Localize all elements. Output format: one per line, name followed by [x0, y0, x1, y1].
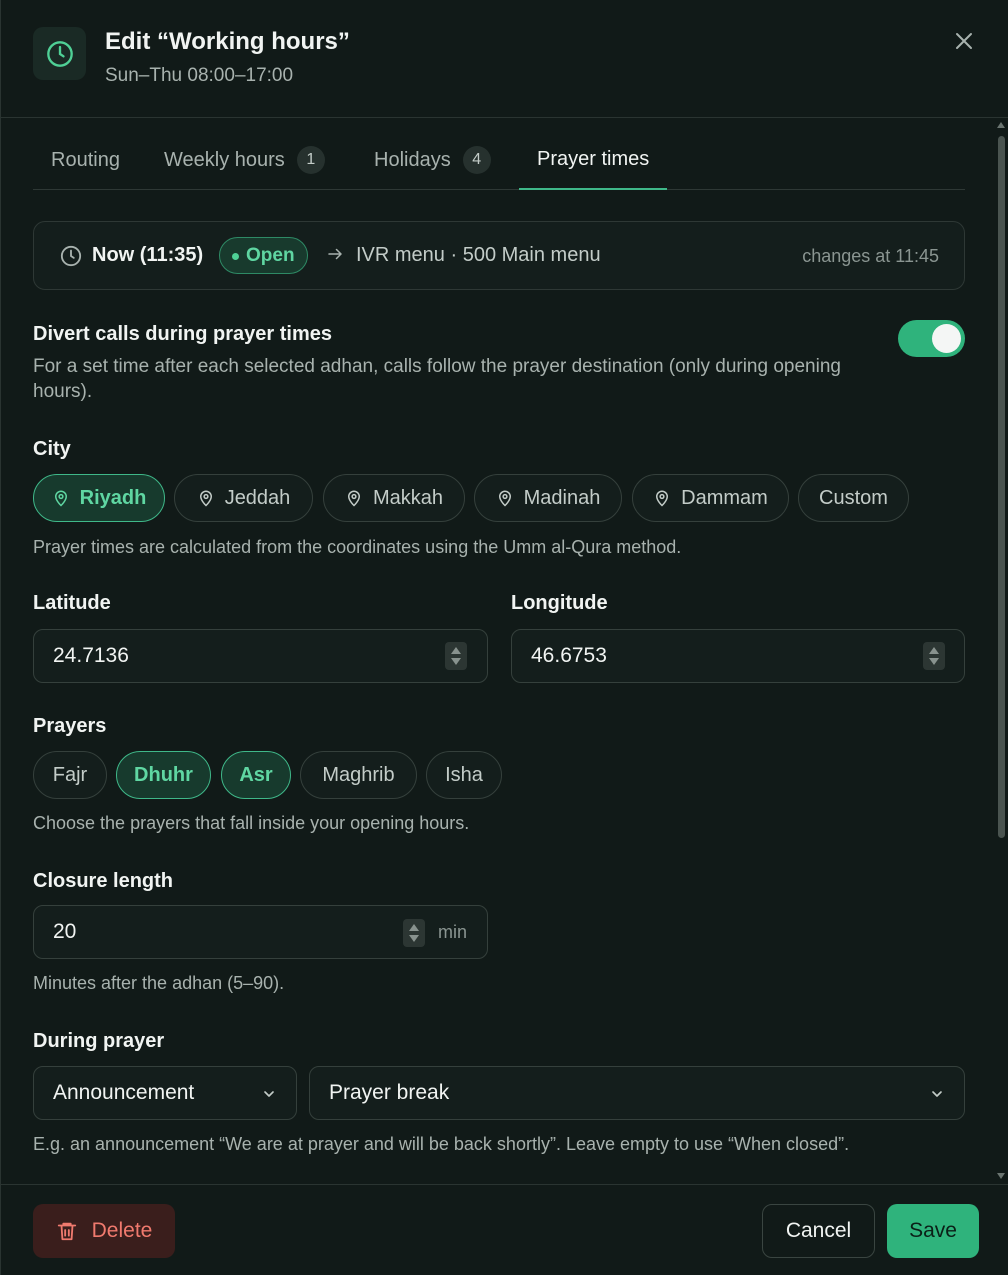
- tab-holidays[interactable]: Holidays 4: [374, 130, 491, 190]
- scrollbar-thumb[interactable]: [998, 136, 1005, 838]
- latitude-input[interactable]: 24.7136: [33, 629, 488, 683]
- clock-icon: [33, 27, 86, 80]
- current-destination: IVR menu · 500 Main menu: [356, 244, 601, 266]
- during-prayer-destination-select[interactable]: Prayer break: [309, 1066, 965, 1120]
- city-chip-dammam[interactable]: Dammam: [632, 474, 789, 522]
- map-pin-icon: [347, 490, 360, 507]
- status-card: Now (11:35) Open IVR menu · 500 Main men…: [33, 221, 965, 290]
- during-prayer-help: E.g. an announcement “We are at prayer a…: [33, 1134, 850, 1154]
- map-pin-icon: [656, 490, 669, 507]
- prayer-chip-fajr[interactable]: Fajr: [33, 751, 107, 799]
- tab-prayer-times[interactable]: Prayer times: [519, 130, 668, 190]
- toggle-knob: [932, 324, 961, 353]
- closure-unit: min: [438, 922, 468, 942]
- scroll-down-icon[interactable]: [997, 1173, 1005, 1179]
- map-pin-icon: [54, 490, 67, 507]
- chip-label: Isha: [445, 763, 483, 786]
- city-chip-custom[interactable]: Custom: [798, 474, 909, 522]
- city-help: Prayer times are calculated from the coo…: [33, 537, 682, 557]
- tab-label: Prayer times: [537, 147, 650, 170]
- count-badge: 1: [296, 146, 325, 174]
- tab-label: Routing: [51, 148, 120, 171]
- scroll-up-icon[interactable]: [997, 122, 1005, 128]
- tab-bar: Routing Weekly hours 1 Holidays 4 Prayer…: [33, 130, 965, 190]
- closure-value: 20: [53, 920, 77, 943]
- clock-icon: [60, 245, 82, 272]
- prayer-chip-maghrib[interactable]: Maghrib: [300, 751, 417, 799]
- dialog-header: Edit “Working hours” Sun–Thu 08:00–17:00: [1, 0, 1008, 118]
- city-label: City: [33, 438, 71, 460]
- chip-label: Makkah: [372, 486, 444, 509]
- chip-label: Custom: [819, 486, 888, 509]
- chip-label: Dhuhr: [134, 763, 193, 786]
- longitude-stepper[interactable]: [923, 642, 945, 670]
- divert-title: Divert calls during prayer times: [33, 323, 333, 345]
- latitude-value: 24.7136: [53, 644, 129, 667]
- chip-label: Madinah: [523, 486, 601, 509]
- closure-stepper[interactable]: [403, 919, 425, 947]
- dialog-title: Edit “Working hours”: [105, 28, 350, 55]
- save-button[interactable]: Save: [887, 1204, 979, 1258]
- chip-label: Asr: [239, 763, 273, 786]
- dialog-footer: Delete Cancel Save: [1, 1184, 1008, 1275]
- edit-dialog: Edit “Working hours” Sun–Thu 08:00–17:00…: [0, 0, 1008, 1275]
- closure-help: Minutes after the adhan (5–90).: [33, 973, 285, 993]
- next-change: changes at 11:45: [802, 246, 939, 266]
- arrow-right-icon: [326, 245, 344, 268]
- dialog-subtitle: Sun–Thu 08:00–17:00: [105, 65, 294, 86]
- status-badge: Open: [219, 237, 308, 274]
- count-badge: 4: [462, 146, 491, 174]
- prayers-label: Prayers: [33, 715, 107, 737]
- closure-label: Closure length: [33, 870, 174, 892]
- delete-button[interactable]: Delete: [33, 1204, 175, 1258]
- divert-toggle[interactable]: [898, 320, 965, 357]
- tab-weekly-hours[interactable]: Weekly hours 1: [164, 130, 325, 190]
- longitude-value: 46.6753: [531, 644, 607, 667]
- chip-label: Jeddah: [224, 486, 291, 509]
- tab-routing[interactable]: Routing: [51, 130, 120, 190]
- chip-label: Riyadh: [79, 486, 147, 509]
- trash-icon: [57, 1222, 76, 1241]
- delete-label: Delete: [91, 1219, 153, 1242]
- city-chip-riyadh[interactable]: Riyadh: [33, 474, 165, 522]
- select-value: Announcement: [53, 1081, 195, 1104]
- longitude-label: Longitude: [511, 592, 608, 614]
- current-time: Now (11:35): [92, 244, 204, 266]
- close-icon[interactable]: [949, 26, 979, 56]
- tab-label: Weekly hours: [164, 148, 285, 171]
- chip-label: Maghrib: [322, 763, 395, 786]
- chip-label: Dammam: [681, 486, 768, 509]
- longitude-input[interactable]: 46.6753: [511, 629, 965, 683]
- divert-description: For a set time after each selected adhan…: [33, 356, 841, 402]
- prayer-chip-asr[interactable]: Asr: [221, 751, 291, 799]
- chevron-down-icon: [932, 1091, 942, 1097]
- prayer-chip-isha[interactable]: Isha: [426, 751, 502, 799]
- city-chip-jeddah[interactable]: Jeddah: [174, 474, 313, 522]
- prayers-help: Choose the prayers that fall inside your…: [33, 813, 470, 833]
- select-value: Prayer break: [329, 1081, 450, 1104]
- map-pin-icon: [498, 490, 511, 507]
- latitude-label: Latitude: [33, 592, 111, 614]
- map-pin-icon: [199, 490, 212, 507]
- prayer-chip-dhuhr[interactable]: Dhuhr: [116, 751, 211, 799]
- closure-input[interactable]: 20 min: [33, 905, 488, 959]
- tab-label: Holidays: [374, 148, 451, 171]
- cancel-button[interactable]: Cancel: [762, 1204, 875, 1258]
- chip-label: Fajr: [52, 763, 88, 786]
- chevron-down-icon: [264, 1091, 274, 1097]
- during-prayer-label: During prayer: [33, 1030, 165, 1052]
- latitude-stepper[interactable]: [445, 642, 467, 670]
- during-prayer-type-select[interactable]: Announcement: [33, 1066, 297, 1120]
- city-chip-makkah[interactable]: Makkah: [323, 474, 465, 522]
- city-chip-madinah[interactable]: Madinah: [474, 474, 622, 522]
